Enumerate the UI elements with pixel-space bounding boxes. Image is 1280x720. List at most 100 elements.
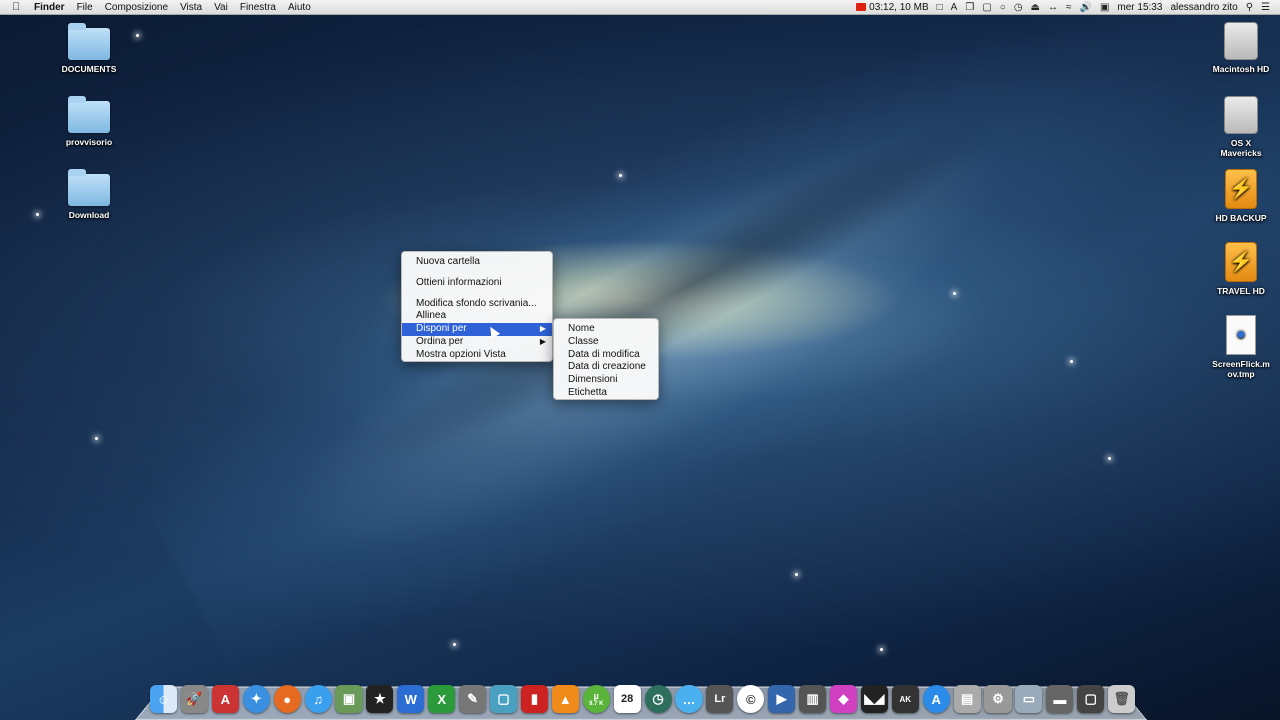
- desktop-context-menu: Nuova cartella Ottieni informazioni Modi…: [401, 251, 553, 362]
- apple-icon[interactable]: : [12, 1, 24, 13]
- batman-icon[interactable]: ◣◢: [860, 685, 888, 713]
- iphoto-icon[interactable]: ▣: [335, 685, 363, 713]
- utorrent-icon[interactable]: µ 9.7 K: [582, 685, 610, 713]
- status-area: 03:12, 10 MB □ A ❒ ▢ ○ ◷ ⏏ ↔ ≈ 🔊 ▣ mer 1…: [856, 0, 1280, 15]
- star: [36, 213, 39, 216]
- menu-item-ottieni-informazioni[interactable]: Ottieni informazioni: [402, 277, 552, 290]
- desktop-item-label: Macintosh HD: [1212, 64, 1270, 74]
- menu-item-mostra-opzioni-vista[interactable]: Mostra opzioni Vista: [402, 349, 552, 362]
- desktop-item-macintosh-hd[interactable]: Macintosh HD: [1201, 22, 1280, 74]
- star: [95, 437, 98, 440]
- menu-item-allinea[interactable]: Allinea: [402, 310, 552, 323]
- download-folder-icon: [68, 169, 110, 206]
- screen-icon[interactable]: ▢: [489, 685, 518, 713]
- star: [953, 292, 956, 295]
- desktop-item-download[interactable]: Download: [49, 169, 129, 220]
- desktop-item-hd-backup[interactable]: ⚡ HD BACKUP: [1201, 169, 1280, 223]
- clipboard-icon[interactable]: ▢: [982, 2, 991, 13]
- desktop-item-os-x-mavericks[interactable]: OS X Mavericks: [1201, 96, 1280, 158]
- list-icon[interactable]: ☰: [1261, 2, 1270, 13]
- arrows-icon[interactable]: ↔: [1048, 2, 1058, 13]
- volume-icon[interactable]: 🔊: [1080, 2, 1092, 13]
- menu-vai[interactable]: Vai: [214, 2, 228, 13]
- wifi-icon[interactable]: ≈: [1066, 2, 1072, 13]
- trash-icon[interactable]: 🗑: [1108, 685, 1136, 713]
- user-name[interactable]: alessandro zito: [1170, 2, 1237, 13]
- clapper-icon[interactable]: ▥: [799, 685, 827, 713]
- text-icon[interactable]: A: [951, 2, 958, 13]
- display-app-icon[interactable]: ▭: [1015, 685, 1043, 713]
- clock-icon[interactable]: ◷: [1014, 2, 1023, 13]
- messages-icon[interactable]: …: [675, 685, 703, 713]
- menu-finder[interactable]: Finder: [34, 2, 65, 13]
- star: [880, 648, 883, 651]
- dock: ☺ 🚀 A ✦ ● ♫ ▣ ★ W X ✎ ▢ ▮ ▲ µ 9.7 K 28 ◷ …: [150, 683, 1136, 715]
- star: [1108, 457, 1111, 460]
- recording-status[interactable]: 03:12, 10 MB: [856, 2, 929, 13]
- calendar-icon[interactable]: 28: [613, 685, 641, 713]
- word-icon[interactable]: W: [397, 685, 425, 713]
- launchpad-icon[interactable]: 🚀: [180, 685, 209, 713]
- video-editor-icon[interactable]: ▶: [768, 685, 796, 713]
- menu-item-label: Disponi per: [416, 323, 467, 335]
- desktop-item-travel-hd[interactable]: ⚡ TRAVEL HD: [1201, 242, 1280, 296]
- menu-file[interactable]: File: [77, 2, 93, 13]
- menu-vista[interactable]: Vista: [180, 2, 202, 13]
- submenu-item-data-modifica[interactable]: Data di modifica: [554, 349, 658, 362]
- desktop-item-provvisorio[interactable]: provvisorio: [49, 96, 129, 147]
- desktop-item-screenflick[interactable]: ● ScreenFlick.mov.tmp: [1201, 315, 1280, 379]
- excel-icon[interactable]: X: [428, 685, 456, 713]
- record-icon: [856, 3, 867, 11]
- desktop-item-label: provvisorio: [65, 137, 113, 147]
- app-store-icon[interactable]: A: [922, 685, 950, 713]
- menu-bar:  Finder File Composizione Vista Vai Fin…: [0, 0, 1280, 15]
- copyright-icon[interactable]: ©: [737, 685, 765, 713]
- menu-composizione[interactable]: Composizione: [105, 2, 168, 13]
- arkham-icon[interactable]: AK: [891, 685, 919, 713]
- star: [453, 643, 456, 646]
- camera-icon[interactable]: □: [937, 2, 943, 13]
- itunes-icon[interactable]: ♫: [304, 685, 332, 713]
- star: [619, 174, 622, 177]
- submenu-item-etichetta[interactable]: Etichetta: [554, 387, 658, 400]
- star: [136, 34, 139, 37]
- system-preferences-icon[interactable]: ⚙: [984, 685, 1012, 713]
- submenu-item-data-creazione[interactable]: Data di creazione: [554, 361, 658, 374]
- date-time[interactable]: mer 15:33: [1117, 2, 1162, 13]
- submenu-arrow-icon: ▶: [539, 324, 546, 334]
- imovie-icon[interactable]: ★: [366, 685, 394, 713]
- terminal-icon[interactable]: ▢: [1077, 685, 1105, 713]
- search-icon[interactable]: ⚲: [1246, 2, 1253, 13]
- star: [1070, 360, 1073, 363]
- submenu-item-dimensioni[interactable]: Dimensioni: [554, 374, 658, 387]
- submenu-arrow-icon: ▶: [539, 336, 546, 346]
- finder-icon[interactable]: ☺: [150, 685, 178, 713]
- preview-icon[interactable]: ▤: [953, 685, 981, 713]
- firefox-icon[interactable]: ●: [273, 685, 301, 713]
- safari-icon[interactable]: ✦: [242, 685, 270, 713]
- itunes-store-icon[interactable]: ◆: [829, 685, 858, 713]
- display-icon[interactable]: ▣: [1100, 2, 1109, 13]
- desktop-item-documents[interactable]: DOCUMENTS: [49, 23, 129, 74]
- folder-icon: [68, 23, 110, 60]
- recording-label: 03:12, 10 MB: [869, 2, 929, 13]
- vlc-icon[interactable]: ▲: [551, 685, 579, 713]
- bookmark-icon[interactable]: ❒: [965, 2, 974, 13]
- menu-aiuto[interactable]: Aiuto: [288, 2, 311, 13]
- tools-icon[interactable]: ✎: [459, 685, 487, 713]
- time-machine-icon[interactable]: ◷: [644, 685, 672, 713]
- menu-item-modifica-sfondo[interactable]: Modifica sfondo scrivania...: [402, 298, 552, 311]
- menu-item-ordina-per[interactable]: Ordina per ▶: [402, 336, 552, 349]
- lightroom-icon[interactable]: Lr: [706, 685, 734, 713]
- textedit-icon[interactable]: A: [211, 685, 239, 713]
- submenu-item-nome[interactable]: Nome: [554, 323, 658, 336]
- photobooth-icon[interactable]: ▮: [520, 685, 548, 713]
- server-icon[interactable]: ▬: [1046, 685, 1074, 713]
- menu-item-nuova-cartella[interactable]: Nuova cartella: [402, 256, 552, 269]
- menu-finestra[interactable]: Finestra: [240, 2, 276, 13]
- submenu-item-classe[interactable]: Classe: [554, 336, 658, 349]
- desktop-item-label: ScreenFlick.mov.tmp: [1212, 359, 1270, 379]
- chat-icon[interactable]: ○: [1000, 2, 1006, 13]
- menu-item-disponi-per[interactable]: Disponi per ▶: [402, 323, 552, 336]
- eject-icon[interactable]: ⏏: [1031, 2, 1040, 13]
